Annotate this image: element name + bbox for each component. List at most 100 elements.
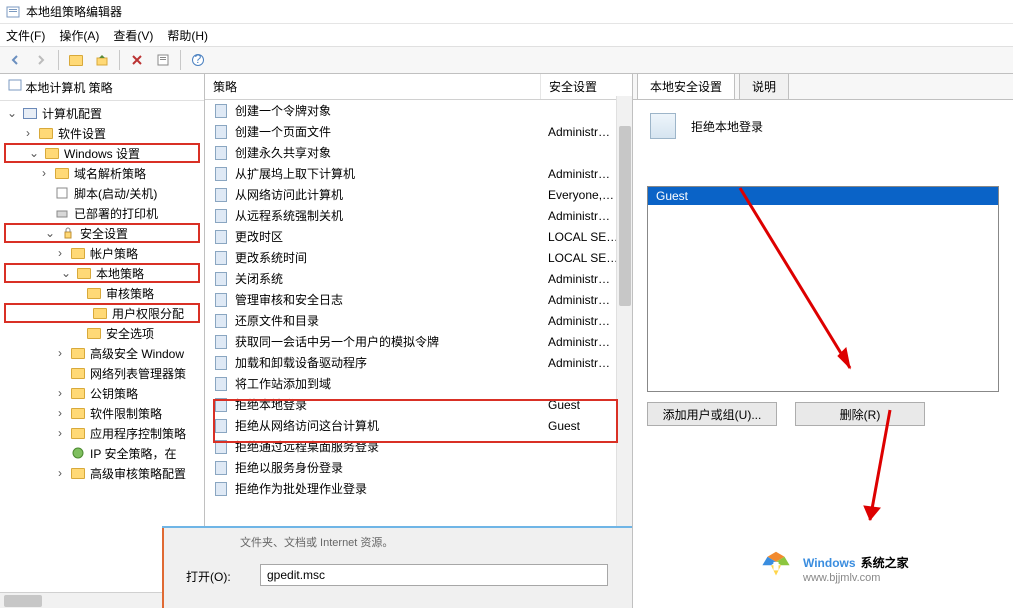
- delete-button[interactable]: [126, 49, 148, 71]
- policy-name: 拒绝通过远程桌面服务登录: [235, 438, 548, 455]
- windows-logo-icon: [759, 550, 793, 584]
- policy-name: 拒绝作为批处理作业登录: [235, 480, 548, 497]
- node-app-ctrl[interactable]: ›应用程序控制策略: [0, 423, 204, 443]
- node-dns-policy[interactable]: ›域名解析策略: [0, 163, 204, 183]
- policy-icon: [213, 481, 229, 497]
- node-user-rights[interactable]: 用户权限分配: [4, 303, 200, 323]
- node-sw-restrict[interactable]: ›软件限制策略: [0, 403, 204, 423]
- node-scripts[interactable]: 脚本(启动/关机): [0, 183, 204, 203]
- policy-icon: [213, 334, 229, 350]
- toolbar-separator: [58, 50, 59, 70]
- forward-button[interactable]: [30, 49, 52, 71]
- brand-panel: Windows 系统之家 www.bjjmlv.com: [735, 526, 1013, 608]
- node-net-list[interactable]: 网络列表管理器策: [0, 363, 204, 383]
- policy-name: 更改系统时间: [235, 249, 548, 266]
- policy-icon: [213, 166, 229, 182]
- policy-name: 从远程系统强制关机: [235, 207, 548, 224]
- policy-icon: [213, 376, 229, 392]
- policy-icon: [213, 355, 229, 371]
- policy-name: 创建一个页面文件: [235, 123, 548, 140]
- policy-row[interactable]: 拒绝以服务身份登录: [205, 457, 632, 478]
- back-button[interactable]: [4, 49, 26, 71]
- node-account-policy[interactable]: ›帐户策略: [0, 243, 204, 263]
- policy-icon: [213, 313, 229, 329]
- node-adv-firewall[interactable]: ›高级安全 Window: [0, 343, 204, 363]
- policy-row[interactable]: 创建永久共享对象: [205, 142, 632, 163]
- node-local-policy[interactable]: ⌄本地策略: [4, 263, 200, 283]
- policy-row[interactable]: 拒绝从网络访问这台计算机Guest: [205, 415, 632, 436]
- node-windows-settings[interactable]: ⌄Windows 设置: [4, 143, 200, 163]
- policy-row[interactable]: 从扩展坞上取下计算机Administr…: [205, 163, 632, 184]
- toolbar-separator: [119, 50, 120, 70]
- policy-name: 更改时区: [235, 228, 548, 245]
- node-audit-policy[interactable]: 审核策略: [0, 283, 204, 303]
- app-icon: [6, 5, 20, 19]
- menu-action[interactable]: 操作(A): [59, 27, 99, 44]
- policy-row[interactable]: 更改系统时间LOCAL SE…: [205, 247, 632, 268]
- policy-row[interactable]: 拒绝作为批处理作业登录: [205, 478, 632, 499]
- policy-row[interactable]: 还原文件和目录Administr…: [205, 310, 632, 331]
- policy-row[interactable]: 拒绝本地登录Guest: [205, 394, 632, 415]
- policy-icon: [213, 250, 229, 266]
- policy-icon: [213, 208, 229, 224]
- policy-name: 拒绝本地登录: [235, 396, 548, 413]
- tab-description[interactable]: 说明: [739, 74, 789, 100]
- menu-file[interactable]: 文件(F): [6, 27, 45, 44]
- policy-name: 创建永久共享对象: [235, 144, 548, 161]
- node-printers[interactable]: 已部署的打印机: [0, 203, 204, 223]
- titlebar: 本地组策略编辑器: [0, 0, 1013, 24]
- policy-row[interactable]: 获取同一会话中另一个用户的模拟令牌Administr…: [205, 331, 632, 352]
- tree-root[interactable]: 本地计算机 策略: [0, 74, 204, 101]
- policy-row[interactable]: 从网络访问此计算机Everyone,…: [205, 184, 632, 205]
- user-listbox[interactable]: Guest: [647, 186, 999, 392]
- col-policy[interactable]: 策略: [205, 74, 540, 99]
- node-public-key[interactable]: ›公钥策略: [0, 383, 204, 403]
- node-ip-sec[interactable]: IP 安全策略，在: [0, 443, 204, 463]
- run-input[interactable]: [260, 564, 608, 586]
- menu-help[interactable]: 帮助(H): [167, 27, 208, 44]
- help-button[interactable]: ?: [187, 49, 209, 71]
- policy-row[interactable]: 创建一个令牌对象: [205, 100, 632, 121]
- up-button[interactable]: [91, 49, 113, 71]
- node-software-settings[interactable]: ›软件设置: [0, 123, 204, 143]
- menu-view[interactable]: 查看(V): [113, 27, 153, 44]
- open-button[interactable]: [65, 49, 87, 71]
- policy-icon: [647, 110, 679, 142]
- policy-row[interactable]: 拒绝通过远程桌面服务登录: [205, 436, 632, 457]
- properties-button[interactable]: [152, 49, 174, 71]
- detail-tabs: 本地安全设置 说明: [633, 74, 1013, 100]
- node-adv-audit[interactable]: ›高级审核策略配置: [0, 463, 204, 483]
- policy-name: 创建一个令牌对象: [235, 102, 548, 119]
- policy-row[interactable]: 将工作站添加到域: [205, 373, 632, 394]
- detail-title: 拒绝本地登录: [691, 118, 763, 135]
- policy-name: 还原文件和目录: [235, 312, 548, 329]
- policy-icon: [213, 187, 229, 203]
- policy-row[interactable]: 管理审核和安全日志Administr…: [205, 289, 632, 310]
- run-hint: 文件夹、文档或 Internet 资源。: [240, 534, 393, 550]
- toolbar: ?: [0, 46, 1013, 74]
- policy-row[interactable]: 关闭系统Administr…: [205, 268, 632, 289]
- delete-button[interactable]: 删除(R): [795, 402, 925, 426]
- node-security-options[interactable]: 安全选项: [0, 323, 204, 343]
- menubar: 文件(F) 操作(A) 查看(V) 帮助(H): [0, 24, 1013, 46]
- policy-row[interactable]: 从远程系统强制关机Administr…: [205, 205, 632, 226]
- window-title: 本地组策略编辑器: [26, 3, 122, 20]
- policy-row[interactable]: 加载和卸载设备驱动程序Administr…: [205, 352, 632, 373]
- run-dialog-fragment: 文件夹、文档或 Internet 资源。 打开(O):: [162, 526, 632, 608]
- policy-name: 从网络访问此计算机: [235, 186, 548, 203]
- policy-name: 拒绝从网络访问这台计算机: [235, 417, 548, 434]
- policy-name: 关闭系统: [235, 270, 548, 287]
- policy-icon: [213, 124, 229, 140]
- node-computer-config[interactable]: ⌄计算机配置: [0, 103, 204, 123]
- tab-local-security[interactable]: 本地安全设置: [637, 74, 735, 100]
- policy-icon: [213, 292, 229, 308]
- selected-user[interactable]: Guest: [648, 187, 998, 205]
- brand-text: 系统之家: [861, 556, 909, 570]
- policy-row[interactable]: 创建一个页面文件Administr…: [205, 121, 632, 142]
- add-user-button[interactable]: 添加用户或组(U)...: [647, 402, 777, 426]
- policy-icon: [213, 103, 229, 119]
- policy-icon: [213, 397, 229, 413]
- policy-name: 从扩展坞上取下计算机: [235, 165, 548, 182]
- node-security-settings[interactable]: ⌄安全设置: [4, 223, 200, 243]
- policy-row[interactable]: 更改时区LOCAL SE…: [205, 226, 632, 247]
